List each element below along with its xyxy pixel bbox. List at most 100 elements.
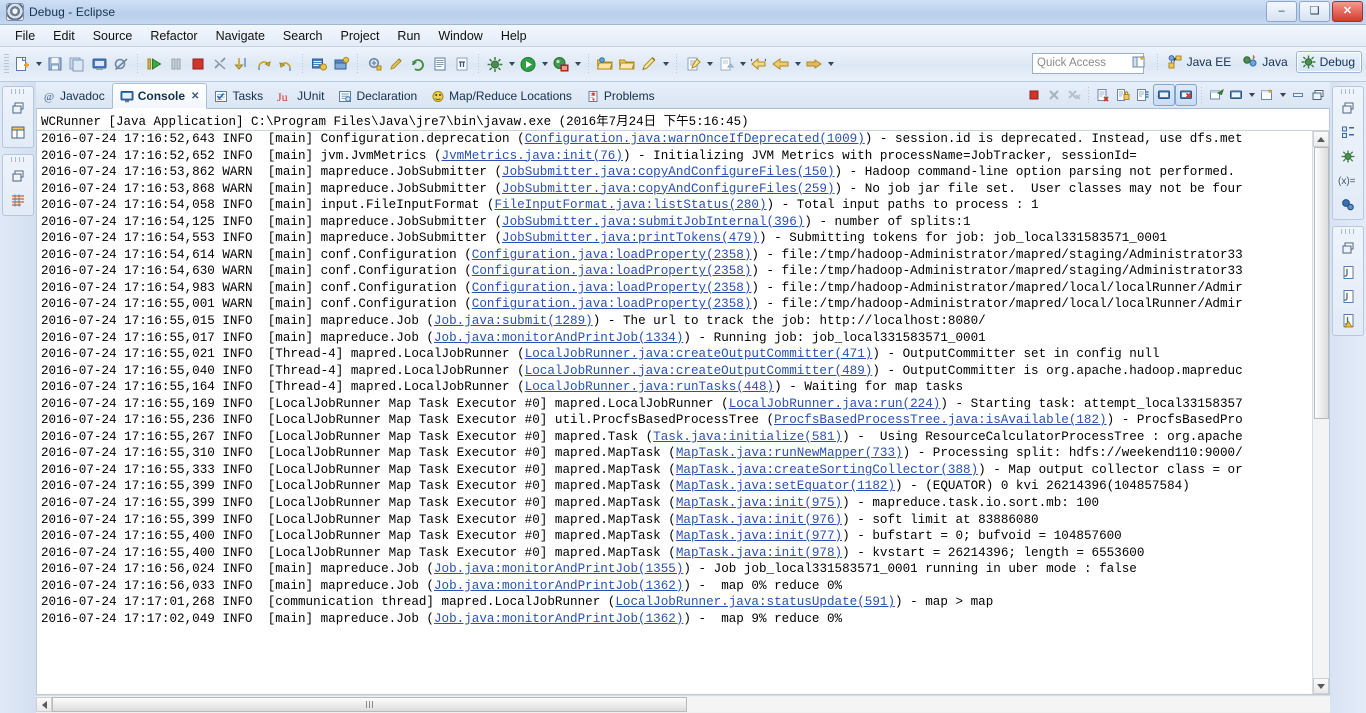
minimize-view-icon[interactable] [1288, 85, 1308, 105]
tab-problems[interactable]: Problems [579, 84, 662, 108]
stack-trace-link[interactable]: LocalJobRunner.java:run(224) [729, 397, 941, 411]
scroll-thumb[interactable] [1314, 147, 1329, 419]
breakpoints-view-icon[interactable] [1336, 192, 1360, 216]
minimize-button[interactable]: – [1266, 1, 1297, 22]
tab-junit[interactable]: Ju JUnit [270, 84, 331, 108]
menu-window[interactable]: Window [429, 27, 491, 45]
toolbar-grip[interactable] [4, 54, 9, 74]
tab-declaration[interactable]: Declaration [331, 84, 424, 108]
restore-right-view-icon[interactable] [1336, 96, 1360, 120]
open-perspective-icon[interactable] [1129, 51, 1151, 73]
menu-navigate[interactable]: Navigate [207, 27, 274, 45]
rail-grip2-icon[interactable] [11, 157, 25, 162]
stack-trace-link[interactable]: Configuration.java:loadProperty(2358) [472, 248, 752, 262]
tab-console-close-icon[interactable]: ✕ [191, 91, 199, 102]
save-icon[interactable] [44, 53, 66, 75]
scroll-up-button[interactable] [1313, 131, 1329, 147]
right-rail-grip-icon[interactable] [1341, 89, 1355, 94]
hscroll-left-button[interactable] [36, 697, 52, 712]
stack-trace-link[interactable]: Configuration.java:loadProperty(2358) [472, 264, 752, 278]
stack-trace-link[interactable]: MapTask.java:runNewMapper(733) [676, 446, 903, 460]
suspend-icon[interactable] [165, 53, 187, 75]
right-rail-grip2-icon[interactable] [1341, 229, 1355, 234]
restore-view-icon[interactable] [6, 96, 30, 120]
rail-grip-icon[interactable] [11, 89, 25, 94]
debug-run-icon[interactable] [484, 53, 506, 75]
menu-edit[interactable]: Edit [44, 27, 84, 45]
restore-view2-icon[interactable] [6, 164, 30, 188]
step-return-icon[interactable] [275, 53, 297, 75]
resume-icon[interactable] [143, 53, 165, 75]
stack-trace-link[interactable]: JobSubmitter.java:submitJobInternal(396) [502, 215, 804, 229]
tab-map-reduce-locations[interactable]: Map/Reduce Locations [424, 84, 579, 108]
pi-icon[interactable] [451, 53, 473, 75]
scroll-track[interactable] [1313, 147, 1329, 678]
restore-right-view2-icon[interactable] [1336, 236, 1360, 260]
step-over-icon[interactable] [253, 53, 275, 75]
maximize-view-icon[interactable] [1308, 85, 1328, 105]
disconnect-icon[interactable] [209, 53, 231, 75]
next-annotation-icon[interactable] [715, 53, 737, 75]
tab-console[interactable]: Console ✕ [111, 83, 208, 109]
last-edit-caret[interactable] [704, 53, 715, 75]
stack-trace-link[interactable]: LocalJobRunner.java:statusUpdate(591) [615, 595, 895, 609]
stack-trace-link[interactable]: JobSubmitter.java:copyAndConfigureFiles(… [502, 182, 835, 196]
stack-trace-link[interactable]: LocalJobRunner.java:createOutputCommitte… [525, 364, 873, 378]
menu-help[interactable]: Help [492, 27, 536, 45]
skip-breakpoints-icon[interactable] [110, 53, 132, 75]
editor-java-file2-icon[interactable] [1336, 284, 1360, 308]
stack-trace-link[interactable]: Job.java:monitorAndPrintJob(1334) [434, 331, 683, 345]
stack-trace-link[interactable]: LocalJobRunner.java:runTasks(448) [525, 380, 774, 394]
terminate-icon[interactable] [187, 53, 209, 75]
forward-icon[interactable] [803, 53, 825, 75]
package-explorer-icon[interactable] [6, 120, 30, 144]
terminate-console-icon[interactable] [1024, 85, 1044, 105]
tab-tasks[interactable]: Tasks [207, 84, 270, 108]
horizontal-scrollbar[interactable] [36, 695, 1330, 713]
next-annotation-caret[interactable] [737, 53, 748, 75]
new-file-icon[interactable] [11, 53, 33, 75]
variables-view-icon[interactable]: (x)= [1336, 168, 1360, 192]
stack-trace-link[interactable]: MapTask.java:init(975) [676, 496, 842, 510]
show-console-on-error-icon[interactable] [1175, 84, 1197, 106]
stack-trace-link[interactable]: MapTask.java:init(977) [676, 529, 842, 543]
console-vertical-scrollbar[interactable] [1312, 131, 1329, 694]
open-console-icon[interactable] [1257, 85, 1277, 105]
stack-trace-link[interactable]: JvmMetrics.java:init(76) [442, 149, 623, 163]
pin-console-icon[interactable] [1206, 85, 1226, 105]
open-console-caret[interactable] [1277, 84, 1288, 106]
stack-trace-link[interactable]: Job.java:monitorAndPrintJob(1362) [434, 579, 683, 593]
new-java-project-icon[interactable] [330, 53, 352, 75]
new-dropdown-caret[interactable] [33, 53, 44, 75]
stack-trace-link[interactable]: Job.java:submit(1289) [434, 314, 593, 328]
new-java-class-icon[interactable] [308, 53, 330, 75]
stack-trace-link[interactable]: JobSubmitter.java:printTokens(479) [502, 231, 759, 245]
back-caret[interactable] [792, 53, 803, 75]
print-icon[interactable] [88, 53, 110, 75]
perspective-java-ee[interactable]: Java EE [1164, 52, 1238, 72]
hscroll-thumb[interactable] [52, 697, 687, 712]
editor-java-file-icon[interactable] [1336, 260, 1360, 284]
perspective-debug[interactable]: Debug [1295, 51, 1362, 73]
menu-search[interactable]: Search [274, 27, 332, 45]
perspective-java[interactable]: Java [1239, 52, 1293, 72]
close-button[interactable]: ✕ [1332, 1, 1363, 22]
display-selected-console-icon[interactable] [1226, 85, 1246, 105]
word-wrap-icon[interactable] [1133, 85, 1153, 105]
highlight-dropdown-caret[interactable] [660, 53, 671, 75]
run-icon[interactable] [517, 53, 539, 75]
menu-run[interactable]: Run [388, 27, 429, 45]
stack-trace-link[interactable]: Job.java:monitorAndPrintJob(1362) [434, 612, 683, 626]
maximize-button[interactable]: ❑ [1299, 1, 1330, 22]
external-tools-icon[interactable] [550, 53, 572, 75]
forward-caret[interactable] [825, 53, 836, 75]
display-console-caret[interactable] [1246, 84, 1257, 106]
highlight-pencil-icon[interactable] [638, 53, 660, 75]
save-all-icon[interactable] [66, 53, 88, 75]
stack-trace-link[interactable]: Configuration.java:loadProperty(2358) [472, 297, 752, 311]
debug-dropdown-caret[interactable] [506, 53, 517, 75]
open-folder2-icon[interactable] [616, 53, 638, 75]
open-folder-icon[interactable] [594, 53, 616, 75]
quick-access-input[interactable]: Quick Access [1032, 53, 1144, 74]
back-highlight-icon[interactable] [748, 53, 770, 75]
